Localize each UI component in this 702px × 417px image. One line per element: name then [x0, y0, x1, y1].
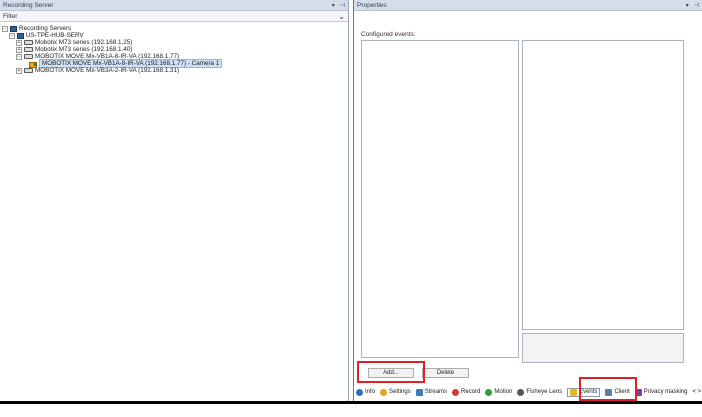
tab-label: Info	[365, 389, 376, 395]
tree-label: Mobotix M73 series (192.168.1.25)	[35, 39, 133, 46]
properties-title-bar: Properties ▾ ⊣	[354, 0, 702, 11]
tab-streams[interactable]: Streams	[415, 388, 448, 396]
tab-label: Streams	[424, 389, 448, 395]
filter-bar[interactable]: Filter ⌄	[0, 11, 348, 22]
configured-events-list[interactable]	[361, 40, 519, 358]
app-window: Recording Server ▾ ⊣ Filter ⌄ − Recordin…	[0, 0, 702, 417]
dropdown-icon[interactable]: ▾	[686, 2, 689, 9]
properties-tab-strip: Info Settings Streams Record Motion Fish…	[356, 386, 701, 398]
camera-icon	[29, 61, 37, 68]
event-description-box	[522, 333, 684, 363]
tree-label: MOBOTIX MOVE Mx-VB3A-2-IR-VA (192.168.1.…	[35, 67, 180, 74]
dropdown-icon[interactable]: ▾	[332, 2, 335, 9]
events-icon	[570, 388, 578, 396]
tab-motion[interactable]: Motion	[485, 388, 513, 396]
tab-label: Motion	[494, 389, 513, 395]
info-icon	[356, 388, 363, 396]
tab-privacy-masking[interactable]: Privacy masking	[634, 388, 688, 396]
add-highlight-box	[357, 361, 425, 383]
device-icon	[24, 54, 33, 59]
tree-node-device[interactable]: + Mobotix M73 series (192.168.1.40)	[2, 46, 346, 53]
expand-icon[interactable]: +	[16, 46, 22, 53]
tab-fisheye-lens[interactable]: Fisheye Lens	[517, 388, 563, 396]
recording-servers-icon	[10, 25, 17, 32]
fisheye-icon	[517, 388, 525, 396]
pin-icon[interactable]: ⊣	[694, 2, 699, 9]
server-tree: − Recording Servers − US-TPE-HUB-SERV + …	[0, 22, 348, 77]
tree-node-device[interactable]: + Mobotix M73 series (192.168.1.25)	[2, 39, 346, 46]
collapse-icon[interactable]: −	[2, 25, 8, 32]
tab-scroll-arrows[interactable]: < >	[692, 389, 701, 395]
collapse-icon[interactable]: −	[16, 53, 22, 60]
delete-button[interactable]: Delete	[422, 368, 469, 378]
device-icon	[24, 40, 33, 45]
chevron-down-icon[interactable]: ⌄	[338, 12, 345, 21]
streams-icon	[415, 388, 423, 396]
tree-node-server[interactable]: − US-TPE-HUB-SERV	[2, 32, 346, 39]
tree-node-device[interactable]: + MOBOTIX MOVE Mx-VB3A-2-IR-VA (192.168.…	[2, 67, 346, 74]
expand-icon[interactable]: +	[16, 67, 22, 74]
device-icon	[24, 68, 33, 73]
pane-title: Recording Server	[3, 1, 54, 9]
properties-pane: Properties ▾ ⊣ Configured events: Add...…	[353, 0, 702, 402]
tree-label: US-TPE-HUB-SERV	[26, 32, 84, 39]
tree-label: Mobotix M73 series (192.168.1.40)	[35, 46, 133, 53]
tab-label: Fisheye Lens	[526, 389, 563, 395]
collapse-icon[interactable]: −	[9, 32, 15, 39]
tab-record[interactable]: Record	[452, 388, 481, 396]
tree-label: Recording Servers	[19, 25, 72, 32]
recording-server-pane: Recording Server ▾ ⊣ Filter ⌄ − Recordin…	[0, 0, 349, 402]
settings-icon	[380, 388, 388, 396]
tree-node-camera[interactable]: MOBOTIX MOVE Mx-VB1A-8-IR-VA (192.168.1.…	[2, 59, 346, 68]
tab-info[interactable]: Info	[356, 388, 376, 396]
pin-icon[interactable]: ⊣	[340, 2, 345, 9]
event-properties-list[interactable]	[522, 40, 684, 330]
pane-title: Properties	[357, 1, 387, 9]
tab-label: Record	[461, 389, 481, 395]
server-icon	[17, 32, 24, 39]
record-icon	[452, 388, 460, 396]
tab-label: Privacy masking	[643, 389, 688, 395]
filter-label: Filter	[3, 12, 18, 20]
tab-label: Settings	[389, 389, 411, 395]
configured-events-label: Configured events:	[361, 31, 416, 38]
tree-node-recording-servers[interactable]: − Recording Servers	[2, 25, 346, 32]
events-highlight-box	[579, 377, 637, 401]
recording-server-title-bar: Recording Server ▾ ⊣	[0, 0, 348, 11]
motion-icon	[485, 388, 493, 396]
bottom-border	[0, 401, 702, 404]
device-icon	[24, 47, 33, 52]
expand-icon[interactable]: +	[16, 39, 22, 46]
tab-settings[interactable]: Settings	[380, 388, 411, 396]
